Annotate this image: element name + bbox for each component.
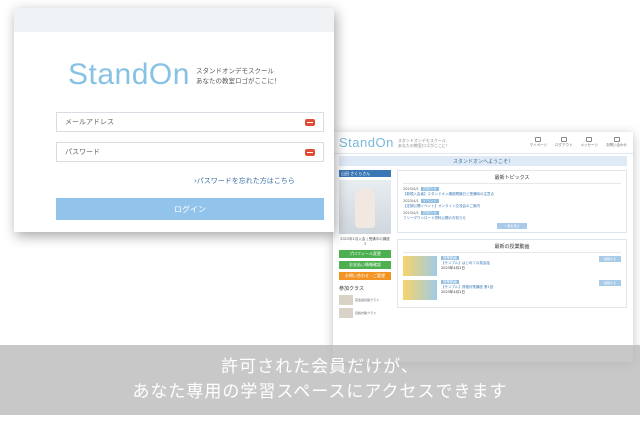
news-link[interactable]: フリーダウンロード資料公開のお知らせ xyxy=(403,216,621,221)
news-more-button[interactable]: 一覧を見る xyxy=(497,223,527,229)
mail-icon xyxy=(586,137,593,142)
video-tag: 授業動画 xyxy=(441,256,459,260)
nav-message[interactable]: メッセージ xyxy=(581,137,598,148)
video-thumbnail[interactable] xyxy=(403,280,437,300)
nav-logout[interactable]: ログアウト xyxy=(555,137,573,148)
nav-mypage[interactable]: マイページ xyxy=(530,137,547,148)
news-item: 2023/4/1 お知らせ 【新規入会者】スタンドオン講座開講日と受講時の注意点 xyxy=(403,187,621,197)
user-name: 山田 さくらさん xyxy=(339,170,391,177)
login-button[interactable]: ログイン xyxy=(56,198,324,220)
news-date: 2023/4/1 xyxy=(403,199,419,203)
class-item[interactable]: 資格対策クラス xyxy=(339,308,391,318)
login-window: StandOn スタンドオンデモスクール あなたの教室ロゴがここに！ メールアド… xyxy=(14,8,334,232)
dashboard-window: StandOn スタンドオンデモスクール あなたの教室ロゴがここに！ マイページ… xyxy=(333,132,633,362)
video-date: 2023年4月1日 xyxy=(441,266,465,270)
login-logo: StandOn xyxy=(68,58,190,91)
login-tagline-1: スタンドオンデモスクール xyxy=(196,67,274,75)
class-thumbnail xyxy=(339,308,353,318)
payment-button[interactable]: お支払い情報確認 xyxy=(339,261,391,269)
news-tag: イベント xyxy=(420,199,439,203)
caption-line-2: あなた専用の学習スペースにアクセスできます xyxy=(132,382,508,402)
email-placeholder: メールアドレス xyxy=(65,118,114,126)
videos-title: 最新の授業動画 xyxy=(403,243,621,253)
user-photo xyxy=(339,180,391,234)
login-tagline-2: あなたの教室ロゴがここに！ xyxy=(196,77,281,85)
video-tag: 授業動画 xyxy=(441,280,459,284)
contact-button[interactable]: お問い合わせ・ご要望 xyxy=(339,272,391,280)
required-icon xyxy=(305,118,315,126)
nav-contact[interactable]: お問い合わせ xyxy=(606,137,627,148)
news-date: 2023/4/1 xyxy=(403,187,419,191)
dashboard-tagline-2: あなたの教室ロゴがここに！ xyxy=(397,142,450,148)
news-title: 最新トピックス xyxy=(403,174,621,184)
news-date: 2023/4/1 xyxy=(403,211,419,215)
class-label: 英会話初級クラス xyxy=(355,298,379,302)
email-field[interactable]: メールアドレス xyxy=(56,112,324,132)
watch-button[interactable]: 視聴する xyxy=(599,256,621,262)
forgot-password-link[interactable]: ›パスワードを忘れた方はこちら xyxy=(194,176,295,186)
nav-logout-label: ログアウト xyxy=(555,143,573,147)
login-window-top xyxy=(14,8,334,32)
classes-title: 参加クラス xyxy=(339,286,364,292)
dashboard-nav: マイページ ログアウト メッセージ お問い合わせ xyxy=(530,137,627,148)
password-field[interactable]: パスワード xyxy=(56,142,324,162)
nav-contact-label: お問い合わせ xyxy=(606,143,627,147)
welcome-banner: スタンドオンへようこそ！ xyxy=(339,156,627,166)
news-link[interactable]: 【新規入会者】スタンドオン講座開講日と受講時の注意点 xyxy=(403,192,621,197)
video-item: 授業動画 【サンプル】はじめての英会話 2023年4月1日 視聴する xyxy=(403,256,621,276)
dashboard-sidebar: 山田 さくらさん 2023年1月入会 | 受講中の講座 3 プロフィール変更 お… xyxy=(339,170,391,318)
video-date: 2023年4月1日 xyxy=(441,290,465,294)
class-thumbnail xyxy=(339,295,353,305)
caption-band: 許可された会員だけが、 あなた専用の学習スペースにアクセスできます xyxy=(0,345,640,415)
user-meta: 2023年1月入会 | 受講中の講座 3 xyxy=(340,237,390,246)
news-item: 2023/4/1 イベント 【定期公開イベント】オンライン交流会のご案内 xyxy=(403,199,621,209)
news-tag: お知らせ xyxy=(420,211,439,215)
news-link[interactable]: 【定期公開イベント】オンライン交流会のご案内 xyxy=(403,204,621,209)
password-placeholder: パスワード xyxy=(65,148,100,156)
dashboard-logo: StandOn xyxy=(339,135,394,150)
home-icon xyxy=(535,137,542,142)
video-thumbnail[interactable] xyxy=(403,256,437,276)
class-label: 資格対策クラス xyxy=(355,311,376,315)
promo-screenshot: StandOn スタンドオンデモスクール あなたの教室ロゴがここに！ マイページ… xyxy=(0,0,640,427)
required-icon xyxy=(305,148,315,156)
news-item: 2023/4/1 お知らせ フリーダウンロード資料公開のお知らせ xyxy=(403,211,621,221)
dashboard-tagline: スタンドオンデモスクール あなたの教室ロゴがここに！ xyxy=(398,138,450,148)
login-tagline: スタンドオンデモスクール あなたの教室ロゴがここに！ xyxy=(196,66,281,86)
news-tag: お知らせ xyxy=(420,187,439,191)
nav-message-label: メッセージ xyxy=(580,143,598,147)
videos-card: 最新の授業動画 授業動画 【サンプル】はじめての英会話 2023年4月1日 視聴する… xyxy=(397,239,627,308)
question-icon xyxy=(613,137,620,142)
monitor-icon xyxy=(560,137,567,142)
class-item[interactable]: 英会話初級クラス xyxy=(339,295,391,305)
news-card: 最新トピックス 2023/4/1 お知らせ 【新規入会者】スタンドオン講座開講日と受… xyxy=(397,170,627,233)
video-item: 授業動画 【サンプル】資格対策講座 第1回 2023年4月1日 視聴する xyxy=(403,280,621,300)
profile-button[interactable]: プロフィール変更 xyxy=(339,250,391,258)
caption-line-1: 許可された会員だけが、 xyxy=(221,357,419,377)
dashboard-header: StandOn スタンドオンデモスクール あなたの教室ロゴがここに！ マイページ… xyxy=(333,132,633,154)
watch-button[interactable]: 視聴する xyxy=(599,280,621,286)
nav-mypage-label: マイページ xyxy=(529,143,548,147)
